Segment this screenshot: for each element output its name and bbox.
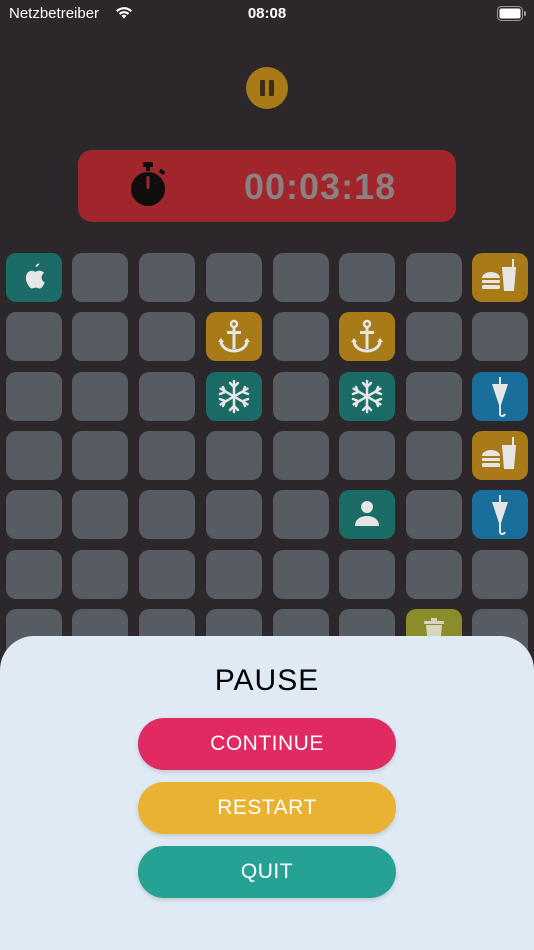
tile-hidden[interactable]: [273, 372, 329, 421]
timer-panel: 00:03:18: [78, 150, 456, 222]
tile-hidden[interactable]: [6, 550, 62, 599]
tile-hidden[interactable]: [72, 431, 128, 480]
pause-menu-sheet: PAUSE CONTINUE RESTART QUIT: [0, 636, 534, 950]
tile-snowflake[interactable]: [339, 372, 395, 421]
tile-umbrella[interactable]: [472, 490, 528, 539]
tile-snowflake[interactable]: [206, 372, 262, 421]
continue-button[interactable]: CONTINUE: [138, 718, 396, 770]
clock: 08:08: [247, 5, 287, 22]
tile-hidden[interactable]: [72, 372, 128, 421]
tile-anchor[interactable]: [206, 312, 262, 361]
pause-title: PAUSE: [214, 664, 320, 697]
apple-icon: [25, 263, 45, 289]
quit-button[interactable]: QUIT: [138, 846, 396, 898]
tile-hidden[interactable]: [406, 431, 462, 480]
tile-hidden[interactable]: [139, 431, 195, 480]
restart-button[interactable]: RESTART: [138, 782, 396, 834]
tile-hidden[interactable]: [139, 372, 195, 421]
status-bar: Netzbetreiber 08:08: [0, 0, 534, 28]
tile-hidden[interactable]: [6, 490, 62, 539]
tile-hidden[interactable]: [139, 312, 195, 361]
tile-hidden[interactable]: [139, 253, 195, 302]
tile-hidden[interactable]: [139, 490, 195, 539]
pause-icon-bar: [269, 80, 274, 96]
stopwatch-icon: [131, 162, 166, 206]
umbrella-icon: [492, 495, 508, 535]
anchor-icon: [351, 319, 383, 353]
tile-hidden[interactable]: [472, 312, 528, 361]
tile-hidden[interactable]: [273, 312, 329, 361]
tile-hidden[interactable]: [139, 550, 195, 599]
tile-hidden[interactable]: [206, 550, 262, 599]
tile-anchor[interactable]: [339, 312, 395, 361]
tile-hidden[interactable]: [273, 431, 329, 480]
tile-hidden[interactable]: [406, 253, 462, 302]
tile-hidden[interactable]: [6, 312, 62, 361]
tile-hidden[interactable]: [206, 253, 262, 302]
tile-hidden[interactable]: [339, 253, 395, 302]
tile-hidden[interactable]: [273, 253, 329, 302]
tile-hidden[interactable]: [206, 431, 262, 480]
tile-hidden[interactable]: [406, 372, 462, 421]
tile-hidden[interactable]: [273, 490, 329, 539]
tile-burger[interactable]: [472, 253, 528, 302]
anchor-icon: [218, 319, 250, 353]
tile-umbrella[interactable]: [472, 372, 528, 421]
tile-hidden[interactable]: [6, 372, 62, 421]
snowflake-icon: [351, 379, 383, 414]
tile-hidden[interactable]: [273, 550, 329, 599]
tile-hidden[interactable]: [472, 550, 528, 599]
tile-hidden[interactable]: [72, 490, 128, 539]
burger-icon: [482, 259, 516, 291]
tile-hidden[interactable]: [406, 550, 462, 599]
tile-hidden[interactable]: [339, 550, 395, 599]
pause-button[interactable]: [246, 67, 288, 109]
tile-hidden[interactable]: [406, 490, 462, 539]
tile-hidden[interactable]: [72, 312, 128, 361]
tile-person[interactable]: [339, 490, 395, 539]
tile-hidden[interactable]: [206, 490, 262, 539]
battery-icon: [497, 6, 526, 21]
snowflake-icon: [218, 379, 250, 414]
burger-icon: [482, 437, 516, 469]
tile-hidden[interactable]: [339, 431, 395, 480]
tile-apple[interactable]: [6, 253, 62, 302]
tile-hidden[interactable]: [72, 253, 128, 302]
pause-icon: [260, 80, 265, 96]
tile-burger[interactable]: [472, 431, 528, 480]
tile-hidden[interactable]: [72, 550, 128, 599]
person-icon: [355, 501, 379, 526]
tile-hidden[interactable]: [406, 312, 462, 361]
timer-display: 00:03:18: [244, 166, 397, 207]
tile-hidden[interactable]: [6, 431, 62, 480]
umbrella-icon: [492, 377, 508, 417]
